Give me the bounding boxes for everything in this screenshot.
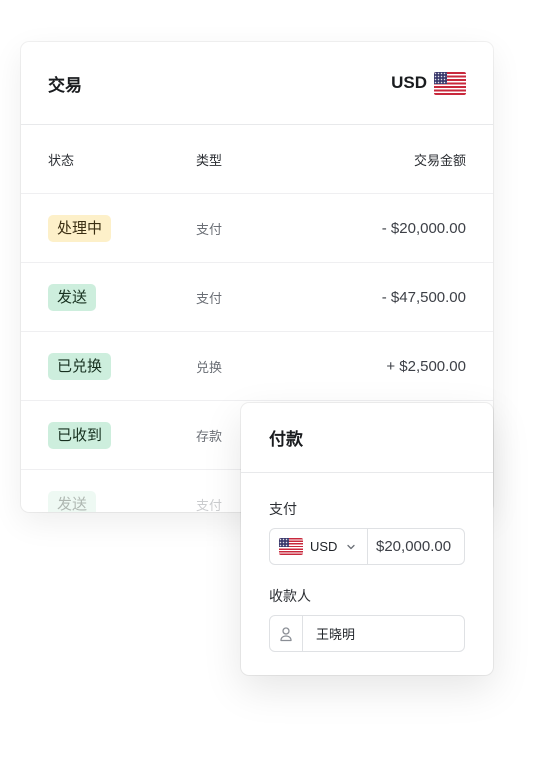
currency-code: USD — [310, 539, 338, 554]
status-badge: 发送 — [48, 283, 97, 311]
amount-field: USD $20,000.00 — [269, 528, 465, 565]
column-status[interactable]: 状态 — [48, 150, 196, 169]
table-row[interactable]: 处理中 支付 - $20,000.00 — [21, 194, 493, 263]
amount-cell: + $2,500.00 — [386, 357, 466, 375]
payee-input[interactable]: 王晓明 — [303, 616, 464, 651]
user-icon — [270, 616, 303, 651]
transactions-title: 交易 — [48, 75, 82, 95]
chevron-down-icon — [347, 544, 356, 549]
currency-dropdown[interactable]: USD — [270, 529, 368, 564]
us-flag-icon — [279, 538, 303, 555]
currency-label: USD — [391, 73, 427, 92]
status-badge: 已收到 — [48, 421, 112, 449]
transactions-header: 交易 USD — [21, 42, 493, 125]
payment-title: 付款 — [269, 430, 303, 449]
type-cell: 兑换 — [196, 359, 223, 375]
amount-cell: - $20,000.00 — [381, 219, 466, 237]
status-badge: 已兑换 — [48, 352, 112, 380]
us-flag-icon — [434, 71, 466, 95]
table-row[interactable]: 已兑换 兑换 + $2,500.00 — [21, 332, 493, 401]
stage: 交易 USD 状态 类型 交易金额 处理中 支付 - $20,000.00 发送… — [0, 0, 560, 760]
amount-input[interactable]: $20,000.00 — [368, 529, 464, 564]
payee-label: 收款人 — [269, 588, 311, 604]
payment-card: 付款 支付 USD $20,000.00 收款人 王晓明 — [241, 403, 493, 675]
currency-selector[interactable]: USD — [391, 71, 466, 95]
column-type[interactable]: 类型 — [196, 150, 316, 169]
table-header: 状态 类型 交易金额 — [21, 125, 493, 194]
payee-field[interactable]: 王晓明 — [269, 615, 465, 652]
type-cell: 支付 — [196, 221, 223, 237]
type-cell: 支付 — [196, 290, 223, 306]
status-badge: 发送 — [48, 490, 97, 512]
amount-cell: - $47,500.00 — [381, 288, 466, 306]
table-row[interactable]: 发送 支付 - $47,500.00 — [21, 263, 493, 332]
column-amount[interactable]: 交易金额 — [316, 150, 466, 169]
pay-label: 支付 — [269, 501, 297, 517]
payment-header: 付款 — [241, 403, 493, 473]
payment-body: 支付 USD $20,000.00 收款人 王晓明 — [241, 473, 493, 652]
status-badge: 处理中 — [48, 214, 112, 242]
